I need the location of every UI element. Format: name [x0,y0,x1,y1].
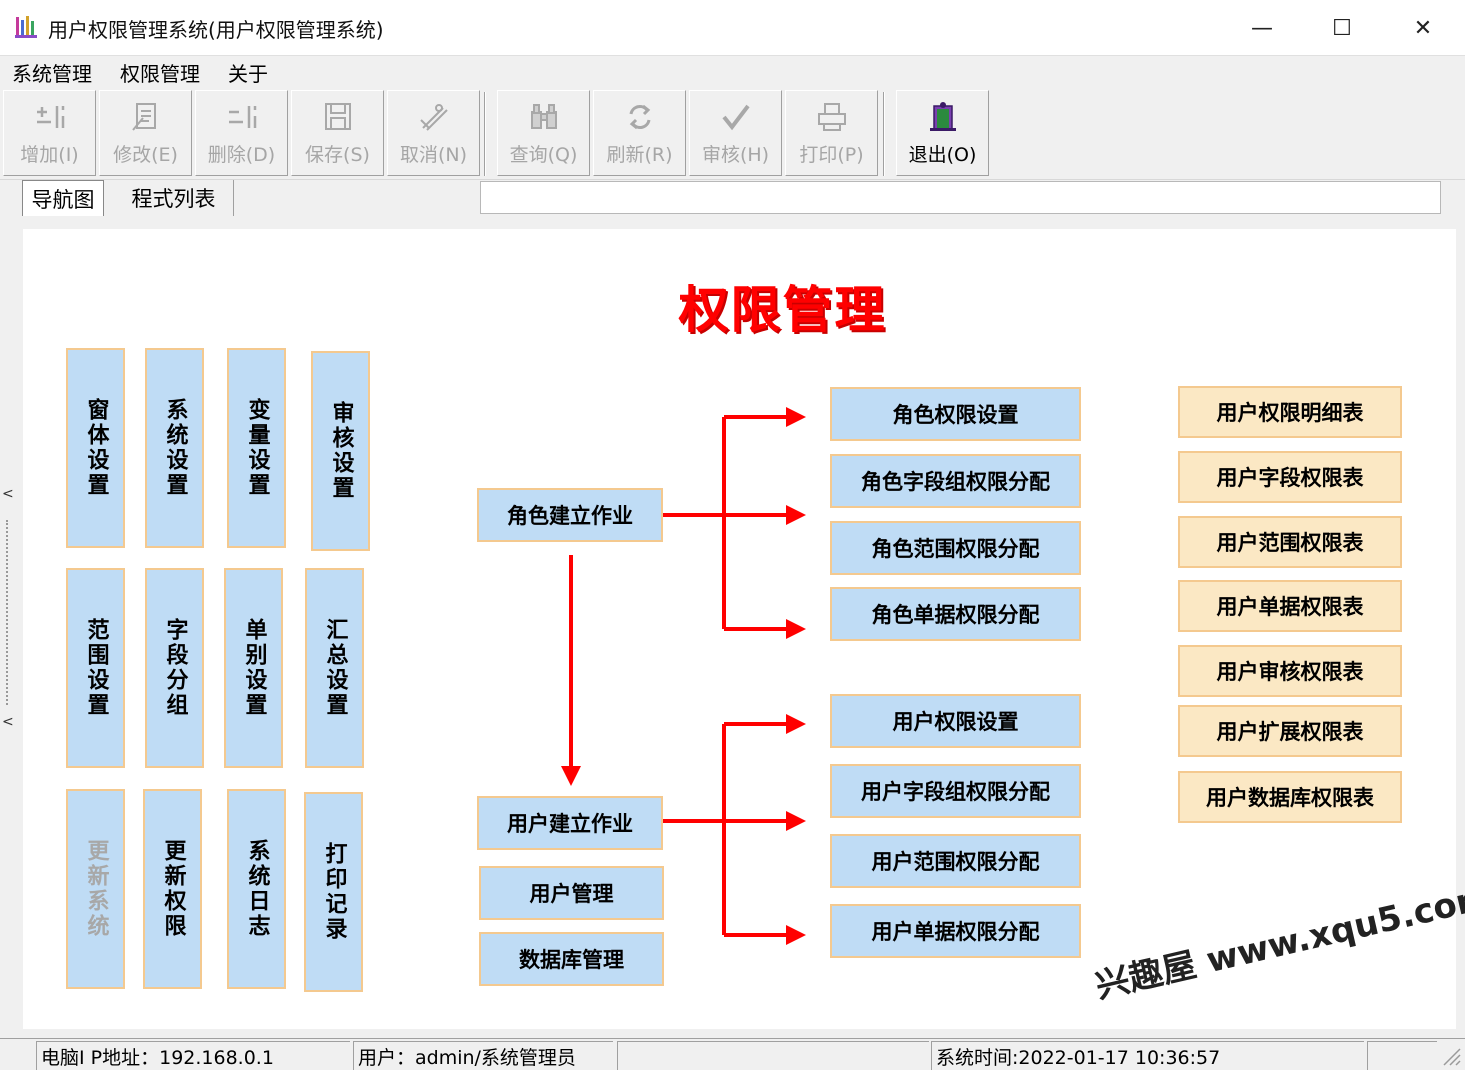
arrowhead [786,925,806,945]
role-setup-button[interactable]: 角色建立作业 [477,488,663,542]
user-permission-settings-button[interactable]: 用户权限设置 [830,694,1081,748]
report-user-scope[interactable]: 用户范围权限表 [1178,516,1402,568]
report-user-field[interactable]: 用户字段权限表 [1178,451,1402,503]
update-permission-button[interactable]: 更新权限 [143,789,202,989]
form-settings-button[interactable]: 窗体设置 [66,348,125,548]
update-system-button[interactable]: 更新系统 [66,789,125,989]
system-settings-button[interactable]: 系统设置 [145,348,204,548]
status-empty-panel [1367,1041,1437,1070]
system-log-button[interactable]: 系统日志 [227,789,286,989]
scope-settings-button[interactable]: 范围设置 [66,568,125,768]
arrowhead [786,407,806,427]
user-scope-button[interactable]: 用户范围权限分配 [830,834,1081,888]
role-field-group-button[interactable]: 角色字段组权限分配 [830,454,1081,508]
report-user-extended[interactable]: 用户扩展权限表 [1178,705,1402,757]
audit-settings-button[interactable]: 审核设置 [311,351,370,551]
role-document-button[interactable]: 角色单据权限分配 [830,587,1081,641]
report-user-audit[interactable]: 用户审核权限表 [1178,645,1402,697]
report-user-database[interactable]: 用户数据库权限表 [1178,771,1402,823]
arrowhead [561,766,581,786]
report-user-document[interactable]: 用户单据权限表 [1178,580,1402,632]
arrowhead [786,619,806,639]
variable-settings-button[interactable]: 变量设置 [227,348,286,548]
user-setup-button[interactable]: 用户建立作业 [477,796,663,850]
resize-grip-icon[interactable] [1440,1045,1462,1067]
status-user: 用户：admin/系统管理员 [353,1041,613,1070]
user-field-group-button[interactable]: 用户字段组权限分配 [830,764,1081,818]
arrowhead [786,714,806,734]
user-document-button[interactable]: 用户单据权限分配 [830,904,1081,958]
arrowhead [786,811,806,831]
arrowhead [786,505,806,525]
document-type-settings-button[interactable]: 单别设置 [224,568,283,768]
status-ip: 电脑I P地址：192.168.0.1 [36,1041,350,1070]
role-scope-button[interactable]: 角色范围权限分配 [830,521,1081,575]
report-user-permission-detail[interactable]: 用户权限明细表 [1178,386,1402,438]
database-management-button[interactable]: 数据库管理 [479,932,664,986]
role-permission-settings-button[interactable]: 角色权限设置 [830,387,1081,441]
status-time: 系统时间:2022-01-17 10:36:57 [931,1041,1364,1070]
field-group-button[interactable]: 字段分组 [145,568,204,768]
summary-settings-button[interactable]: 汇总设置 [305,568,364,768]
user-management-button[interactable]: 用户管理 [479,866,664,920]
status-empty-panel [617,1041,929,1070]
print-log-button[interactable]: 打印记录 [304,792,363,992]
